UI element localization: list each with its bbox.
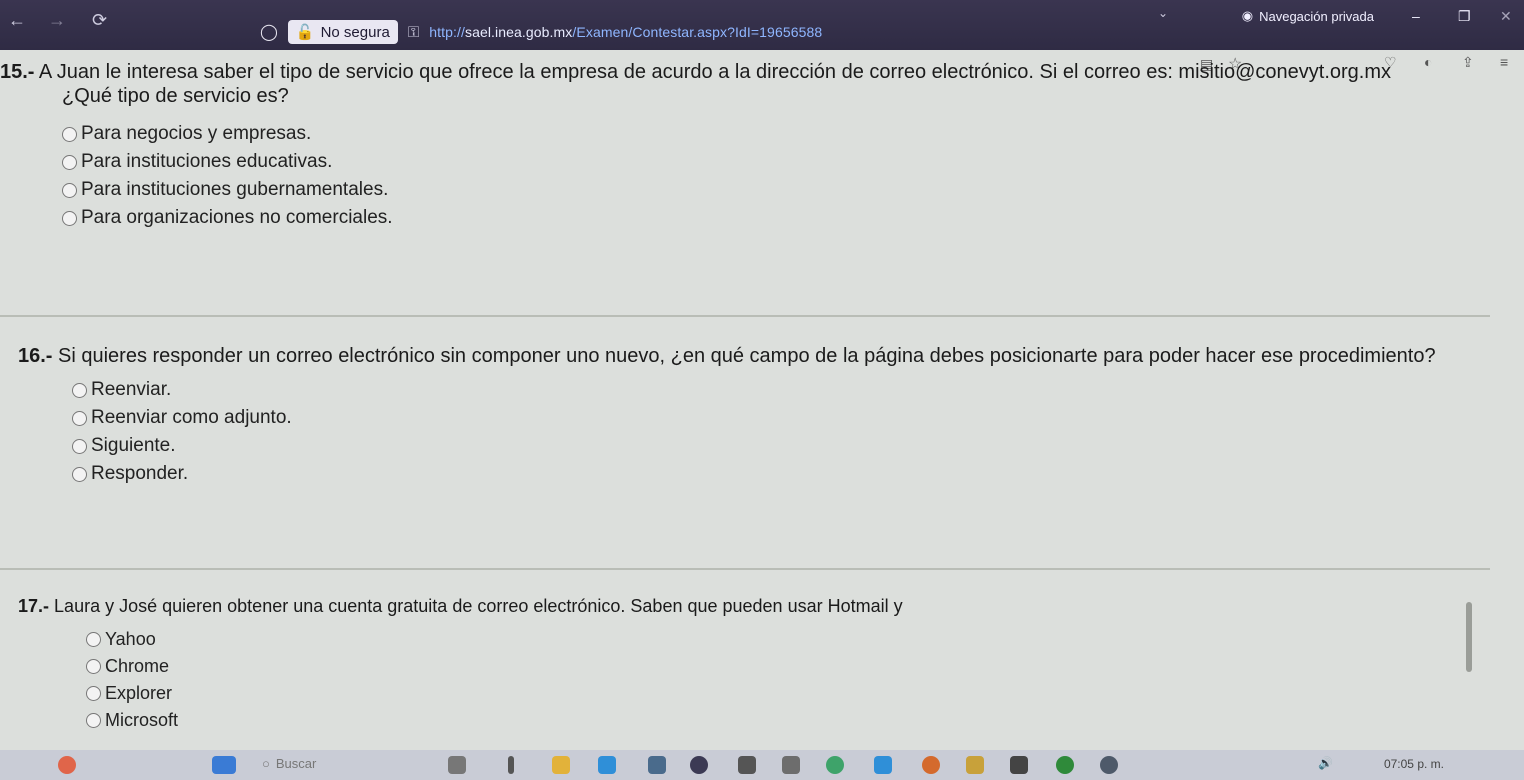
option[interactable]: Para instituciones educativas.: [62, 148, 1480, 176]
radio-button[interactable]: [86, 632, 101, 647]
app-icon[interactable]: [508, 756, 514, 774]
option[interactable]: Microsoft: [86, 707, 1498, 734]
radio-button[interactable]: [86, 686, 101, 701]
app-icon[interactable]: [874, 756, 892, 774]
address-bar[interactable]: ◯ 🔓 No segura ⚿ http://sael.inea.gob.mx/…: [260, 18, 1140, 46]
radio-button[interactable]: [62, 126, 77, 142]
app-icon[interactable]: [826, 756, 844, 774]
url-text[interactable]: http://sael.inea.gob.mx/Examen/Contestar…: [429, 24, 822, 40]
radio-button[interactable]: [62, 210, 77, 226]
option[interactable]: Siguiente.: [72, 432, 1498, 460]
app-icon[interactable]: [598, 756, 616, 774]
app-icon[interactable]: [1100, 756, 1118, 774]
app-icon[interactable]: [1056, 756, 1074, 774]
private-browsing-indicator: ◉ Navegación privada: [1241, 8, 1374, 24]
scrollbar[interactable]: [1466, 602, 1472, 672]
option[interactable]: Yahoo: [86, 626, 1498, 653]
option[interactable]: Para instituciones gubernamentales.: [62, 176, 1480, 204]
option[interactable]: Reenviar.: [72, 376, 1498, 404]
key-icon: ⚿: [407, 23, 420, 41]
shield-icon: ◯: [260, 24, 278, 41]
question-text: Laura y José quieren obtener una cuenta …: [54, 596, 903, 616]
question-text: A Juan le interesa saber el tipo de serv…: [38, 61, 1392, 83]
divider: [0, 568, 1490, 570]
volume-icon[interactable]: 🔊: [1318, 756, 1333, 770]
app-icon[interactable]: [1010, 756, 1028, 774]
radio-button[interactable]: [72, 466, 87, 482]
restore-icon[interactable]: ❐: [1458, 8, 1471, 25]
divider: [0, 315, 1490, 317]
option[interactable]: Para organizaciones no comerciales.: [62, 204, 1480, 232]
app-icon[interactable]: [648, 756, 666, 774]
browser-titlebar: ← → ⟳ ◯ 🔓 No segura ⚿ http://sael.inea.g…: [0, 0, 1524, 50]
taskbar-clock[interactable]: 07:05 p. m.: [1384, 757, 1444, 771]
page-content: ▤ ☆ ♡ ◐ ⇪ ≡ 15.- A Juan le interesa sabe…: [0, 50, 1524, 750]
firefox-icon[interactable]: [922, 756, 940, 774]
private-mask-icon: ◉: [1241, 8, 1254, 23]
os-taskbar: ○ Buscar 🔊 07:05 p. m.: [0, 750, 1524, 780]
option[interactable]: Explorer: [86, 680, 1498, 707]
radio-button[interactable]: [86, 659, 101, 674]
app-icon[interactable]: [738, 756, 756, 774]
folder-icon[interactable]: [552, 756, 570, 774]
question-subtext: ¿Qué tipo de servicio es?: [62, 85, 289, 107]
question-17: 17.- Laura y José quieren obtener una cu…: [18, 594, 1498, 734]
reload-icon[interactable]: ⟳: [92, 10, 107, 31]
question-15: 15.- A Juan le interesa saber el tipo de…: [0, 60, 1480, 232]
notification-icon[interactable]: [58, 756, 76, 774]
option[interactable]: Para negocios y empresas.: [62, 120, 1480, 148]
chevron-down-icon[interactable]: ⌄: [1158, 6, 1168, 20]
taskbar-search[interactable]: ○ Buscar: [262, 756, 316, 771]
radio-button[interactable]: [72, 382, 87, 398]
radio-button[interactable]: [86, 713, 101, 728]
option[interactable]: Responder.: [72, 460, 1498, 488]
lock-open-icon: 🔓: [295, 24, 315, 41]
radio-button[interactable]: [62, 154, 77, 170]
forward-arrow-icon[interactable]: →: [48, 10, 66, 31]
radio-button[interactable]: [62, 182, 77, 198]
app-icon[interactable]: [966, 756, 984, 774]
minimize-icon[interactable]: –: [1412, 8, 1420, 24]
search-icon: ○: [262, 756, 270, 771]
radio-button[interactable]: [72, 438, 87, 454]
question-16: 16.- Si quieres responder un correo elec…: [18, 344, 1498, 488]
app-icon[interactable]: [448, 756, 466, 774]
radio-button[interactable]: [72, 410, 87, 426]
windows-start-icon[interactable]: [212, 756, 236, 774]
question-number: 16.-: [18, 345, 53, 367]
question-text: Si quieres responder un correo electróni…: [58, 345, 1436, 367]
insecure-badge[interactable]: 🔓 No segura: [287, 20, 398, 44]
back-arrow-icon[interactable]: ←: [8, 10, 26, 31]
question-number: 15.-: [0, 61, 35, 83]
option[interactable]: Reenviar como adjunto.: [72, 404, 1498, 432]
app-icon[interactable]: [782, 756, 800, 774]
menu-icon[interactable]: ≡: [1500, 54, 1508, 70]
question-number: 17.-: [18, 596, 50, 616]
option[interactable]: Chrome: [86, 653, 1498, 680]
close-icon[interactable]: ✕: [1500, 8, 1512, 25]
app-icon[interactable]: [690, 756, 708, 774]
